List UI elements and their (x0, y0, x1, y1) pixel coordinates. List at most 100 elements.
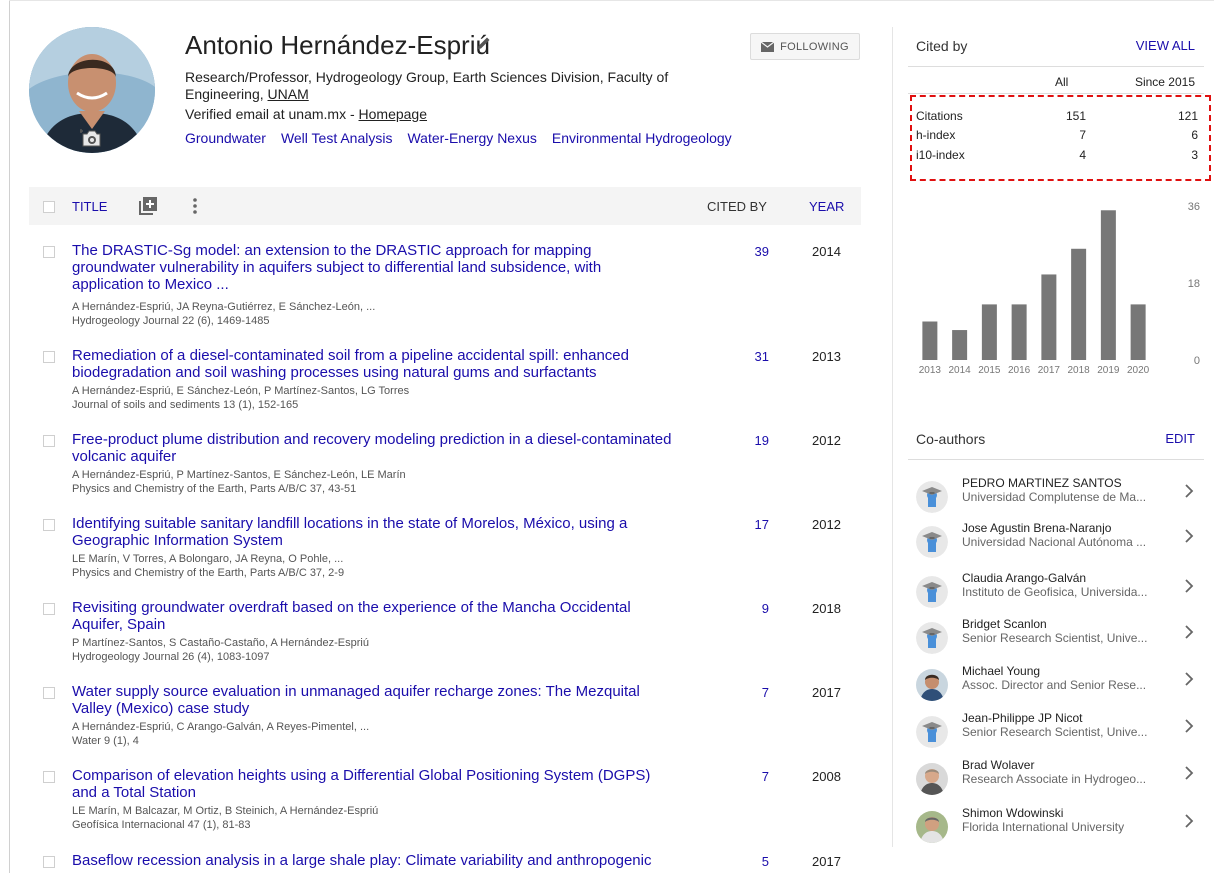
article-citations[interactable]: 7 (729, 769, 769, 784)
article-year: 2008 (812, 769, 841, 784)
chart-bar[interactable] (1130, 304, 1146, 360)
coauthor-item[interactable]: Michael Young Assoc. Director and Senior … (916, 664, 1206, 710)
coauthor-item[interactable]: Jean-Philippe JP Nicot Senior Research Sc… (916, 711, 1206, 757)
stat-label: Citations (916, 109, 963, 123)
coauthor-affiliation: Senior Research Scientist, Unive... (962, 631, 1148, 645)
chevron-right-icon[interactable] (1184, 814, 1194, 833)
coauthor-name: Claudia Arango-Galván (962, 571, 1087, 585)
article-authors: P Martínez-Santos, S Castaño-Castaño, A … (72, 637, 369, 649)
chevron-right-icon[interactable] (1184, 625, 1194, 644)
edit-coauthors-link[interactable]: EDIT (1165, 431, 1195, 446)
article-citations[interactable]: 7 (729, 685, 769, 700)
chevron-right-icon[interactable] (1184, 579, 1194, 598)
article-checkbox[interactable] (43, 856, 55, 868)
add-article-icon[interactable] (139, 197, 157, 218)
article-title[interactable]: The DRASTIC-Sg model: an extension to th… (72, 242, 672, 293)
edit-pencil-icon[interactable] (477, 36, 491, 55)
coauthor-affiliation: Research Associate in Hydrogeo... (962, 772, 1147, 786)
article-title[interactable]: Identifying suitable sanitary landfill l… (72, 515, 672, 549)
sort-by-year[interactable]: YEAR (809, 199, 844, 214)
y-tick-label: 0 (1194, 355, 1200, 367)
x-tick-label: 2015 (978, 365, 1001, 376)
article-title[interactable]: Comparison of elevation heights using a … (72, 767, 672, 801)
stat-all: 4 (1079, 148, 1086, 162)
chart-bar[interactable] (1041, 274, 1057, 360)
article-checkbox[interactable] (43, 771, 55, 783)
article-citations[interactable]: 19 (729, 433, 769, 448)
chevron-right-icon[interactable] (1184, 529, 1194, 548)
following-button[interactable]: FOLLOWING (750, 33, 860, 60)
article-venue: Geofísica Internacional 47 (1), 81-83 (72, 819, 251, 831)
coauthor-item[interactable]: Claudia Arango-Galván Instituto de Geofis… (916, 571, 1206, 617)
chart-bar[interactable] (981, 304, 997, 360)
article-title[interactable]: Baseflow recession analysis in a large s… (72, 852, 672, 869)
page-top-border (9, 0, 1214, 1)
coauthor-item[interactable]: Shimon Wdowinski Florida International Un… (916, 806, 1206, 852)
chart-bar[interactable] (1100, 210, 1116, 360)
coauthor-affiliation: Universidad Complutense de Ma... (962, 490, 1147, 504)
article-checkbox[interactable] (43, 351, 55, 363)
interest-link[interactable]: Well Test Analysis (281, 130, 393, 146)
chevron-right-icon[interactable] (1184, 766, 1194, 785)
article-venue: Hydrogeology Journal 22 (6), 1469-1485 (72, 315, 270, 327)
chart-bar[interactable] (922, 321, 938, 361)
profile-affiliation: Research/Professor, Hydrogeology Group, … (185, 69, 725, 103)
view-all-link[interactable]: VIEW ALL (1136, 38, 1195, 53)
coauthor-item[interactable]: Bridget Scanlon Senior Research Scientist… (916, 617, 1206, 663)
article-title[interactable]: Water supply source evaluation in unmana… (72, 683, 672, 717)
chart-bar[interactable] (1071, 248, 1087, 360)
email-text: Verified email at unam.mx - (185, 106, 359, 122)
article-authors: LE Marín, V Torres, A Bolongaro, JA Reyn… (72, 553, 344, 565)
coauthor-item[interactable]: Jose Agustin Brena-Naranjo Universidad Na… (916, 521, 1206, 567)
chevron-right-icon[interactable] (1184, 672, 1194, 691)
coauthor-name: Brad Wolaver (962, 758, 1035, 772)
coauthor-avatar (916, 526, 948, 558)
article-year: 2017 (812, 854, 841, 869)
coauthors-title: Co-authors (916, 431, 986, 447)
article-checkbox[interactable] (43, 435, 55, 447)
stat-all: 151 (1065, 109, 1086, 123)
article-venue: Physics and Chemistry of the Earth, Part… (72, 483, 357, 495)
article-year: 2012 (812, 433, 841, 448)
chevron-right-icon[interactable] (1184, 484, 1194, 503)
coauthor-name: Michael Young (962, 664, 1041, 678)
article-checkbox[interactable] (43, 687, 55, 699)
coauthor-affiliation: Assoc. Director and Senior Rese... (962, 678, 1147, 692)
article-venue: Physics and Chemistry of the Earth, Part… (72, 567, 345, 579)
article-authors: A Hernández-Espriú, C Arango-Galván, A R… (72, 721, 370, 733)
affiliation-link[interactable]: UNAM (268, 86, 309, 102)
interest-link[interactable]: Groundwater (185, 130, 266, 146)
article-title[interactable]: Free-product plume distribution and reco… (72, 431, 672, 465)
article-title[interactable]: Remediation of a diesel-contaminated soi… (72, 347, 672, 381)
select-all-checkbox[interactable] (43, 201, 55, 213)
x-tick-label: 2018 (1068, 365, 1091, 376)
coauthor-affiliation: Instituto de Geofisica, Universida... (962, 585, 1148, 599)
article-checkbox[interactable] (43, 519, 55, 531)
chart-bar[interactable] (952, 330, 968, 360)
homepage-link[interactable]: Homepage (359, 106, 428, 122)
coauthor-item[interactable]: Brad Wolaver Research Associate in Hydrog… (916, 758, 1206, 804)
article-citations[interactable]: 31 (729, 349, 769, 364)
article-citations[interactable]: 9 (729, 601, 769, 616)
article-citations[interactable]: 5 (729, 854, 769, 869)
stat-since: 121 (1177, 109, 1198, 123)
profile-name: Antonio Hernández-Espriú (185, 30, 490, 60)
interest-link[interactable]: Water-Energy Nexus (407, 130, 536, 146)
more-options-icon[interactable] (192, 196, 198, 219)
x-tick-label: 2019 (1097, 365, 1120, 376)
change-photo-camera-icon[interactable] (79, 128, 102, 153)
article-authors: A Hernández-Espriú, P Martínez-Santos, E… (72, 469, 406, 481)
article-checkbox[interactable] (43, 603, 55, 615)
coauthor-avatar (916, 576, 948, 608)
article-citations[interactable]: 17 (729, 517, 769, 532)
chart-bar[interactable] (1011, 304, 1027, 360)
article-year: 2014 (812, 244, 841, 259)
coauthor-item[interactable]: PEDRO MARTINEZ SANTOS Universidad Complut… (916, 476, 1206, 522)
sort-by-title[interactable]: TITLE (72, 199, 107, 214)
article-title[interactable]: Revisiting groundwater overdraft based o… (72, 599, 672, 633)
interest-link[interactable]: Environmental Hydrogeology (552, 130, 732, 146)
chevron-right-icon[interactable] (1184, 719, 1194, 738)
article-checkbox[interactable] (43, 246, 55, 258)
article-citations[interactable]: 39 (729, 244, 769, 259)
following-label: FOLLOWING (780, 40, 849, 53)
